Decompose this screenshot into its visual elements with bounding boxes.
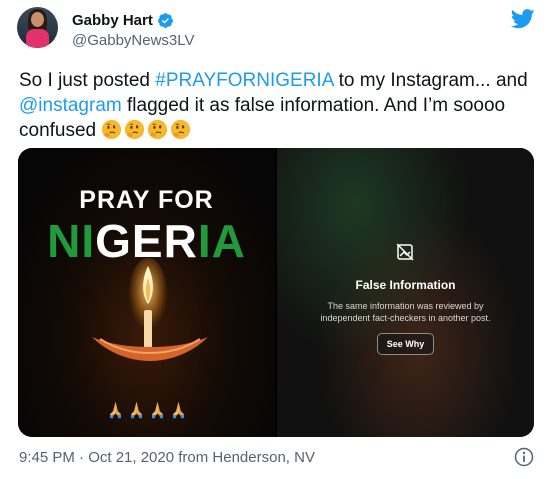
tweet-media[interactable]: PRAY FOR NIGERIA False Information The s… [18,148,534,437]
pray-for-nigeria-image[interactable]: PRAY FOR NIGERIA [18,148,275,437]
folded-hands-icon [109,401,121,419]
twitter-bird-icon[interactable] [511,9,535,29]
author-name-row[interactable]: Gabby Hart [72,11,174,29]
cupped-hands-icon [92,337,208,361]
emoji-row [101,119,193,141]
tweet-text-part: to my Instagram... and [333,70,528,91]
false-information-title: False Information [355,278,456,292]
author-display-name[interactable]: Gabby Hart [72,12,153,29]
folded-hands-icon [151,401,163,419]
tweet-card: Gabby Hart @GabbyNews3LV So I just poste… [0,0,550,479]
false-information-description: The same information was reviewed by ind… [320,301,491,323]
tweet-text-part: So I just posted [19,70,156,91]
info-icon[interactable] [514,447,534,467]
false-information-image[interactable]: False Information The same information w… [277,148,534,437]
tweet-timestamp[interactable]: 9:45 PM · Oct 21, 2020 from Henderson, N… [19,449,315,466]
verified-badge-icon [157,12,173,28]
author-handle[interactable]: @GabbyNews3LV [72,32,195,49]
avatar[interactable] [17,7,58,48]
folded-hands-icon [172,401,184,419]
thinking-face-icon [148,119,168,140]
image-text-pray-for: PRAY FOR [79,186,214,214]
folded-hands-icon [130,401,142,419]
folded-hands-row [18,400,275,424]
thinking-face-icon [125,119,145,140]
see-why-button[interactable]: See Why [377,333,434,355]
tweet-text: So I just posted #PRAYFORNIGERIA to my I… [19,68,535,143]
thinking-face-icon [171,119,191,140]
mention-link[interactable]: @instagram [19,95,122,116]
hashtag-link[interactable]: #PRAYFORNIGERIA [155,70,333,91]
thinking-face-icon [102,119,122,140]
hidden-content-icon [396,243,414,261]
